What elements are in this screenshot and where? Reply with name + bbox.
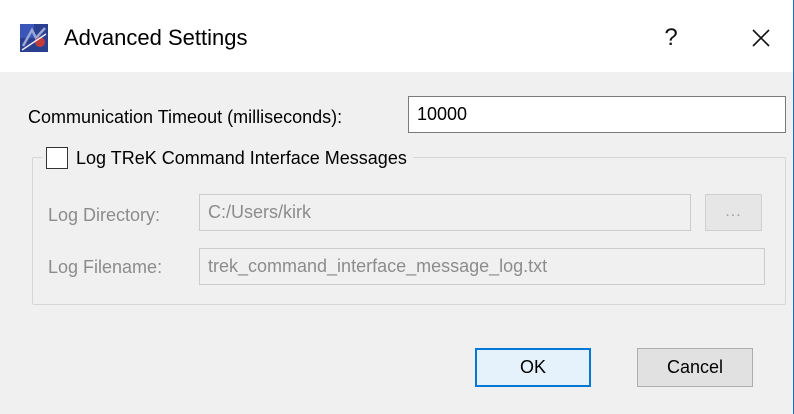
browse-directory-button[interactable]: ... (705, 194, 762, 231)
log-filename-input[interactable]: trek_command_interface_message_log.txt (199, 248, 765, 285)
timeout-input[interactable]: 10000 (408, 96, 786, 133)
close-button[interactable] (736, 16, 786, 60)
help-button[interactable]: ? (648, 16, 694, 60)
log-group-header: Log TReK Command Interface Messages (42, 145, 413, 171)
title-bar[interactable]: Advanced Settings ? (0, 0, 793, 72)
log-messages-checkbox-label[interactable]: Log TReK Command Interface Messages (76, 147, 407, 169)
close-icon (752, 29, 770, 47)
timeout-label: Communication Timeout (milliseconds): (28, 107, 343, 127)
log-messages-checkbox[interactable] (46, 147, 68, 169)
log-directory-label: Log Directory: (48, 205, 161, 225)
ok-button[interactable]: OK (475, 348, 591, 387)
dialog-content: Communication Timeout (milliseconds): 10… (0, 72, 793, 414)
advanced-settings-dialog: Advanced Settings ? Communication Timeou… (0, 0, 794, 414)
cancel-button[interactable]: Cancel (637, 348, 753, 387)
trek-app-icon (20, 24, 48, 52)
dialog-title: Advanced Settings (64, 25, 248, 50)
log-filename-label: Log Filename: (48, 257, 163, 277)
log-directory-input[interactable]: C:/Users/kirk (199, 194, 691, 231)
